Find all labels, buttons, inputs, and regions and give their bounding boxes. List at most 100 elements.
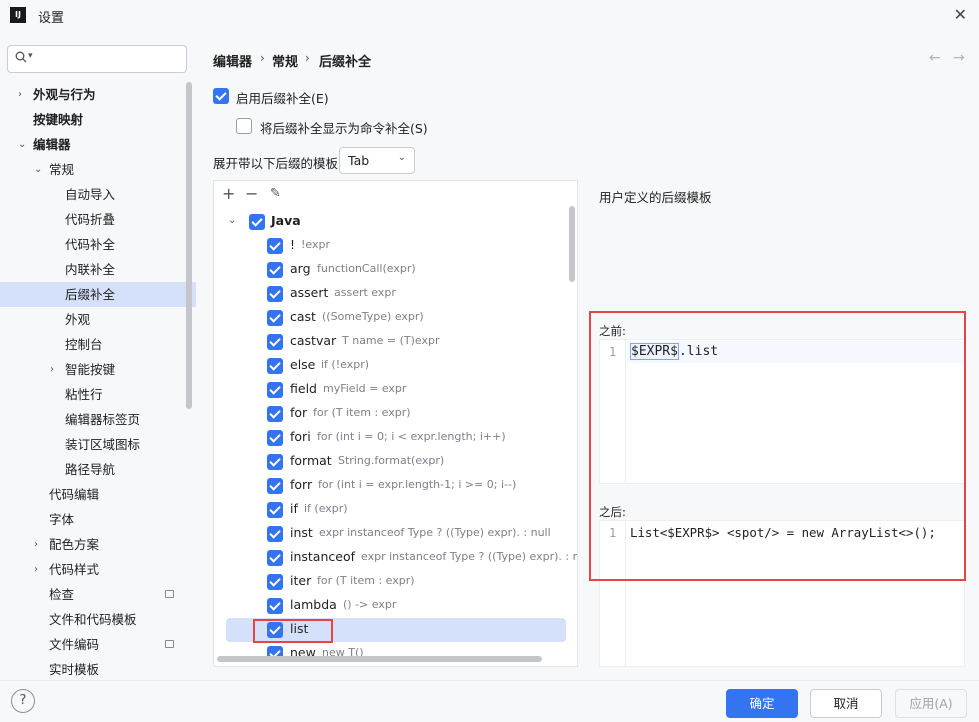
template-key: for	[290, 405, 308, 420]
template-row[interactable]: if if (expr)	[214, 498, 577, 522]
template-row[interactable]: format String.format(expr)	[214, 450, 577, 474]
chevron-down-icon: ⌄	[397, 152, 406, 163]
template-checkbox[interactable]	[267, 574, 283, 590]
back-arrow-icon[interactable]: ←	[929, 50, 941, 66]
breadcrumb-general[interactable]: 常规	[272, 51, 298, 70]
template-row[interactable]: castvar T name = (T)expr	[214, 330, 577, 354]
template-checkbox[interactable]	[267, 526, 283, 542]
template-row[interactable]: iter for (T item : expr)	[214, 570, 577, 594]
template-checkbox[interactable]	[267, 334, 283, 350]
template-checkbox[interactable]	[267, 478, 283, 494]
sidebar-item[interactable]: 代码折叠	[0, 207, 186, 232]
sidebar-item[interactable]: › 智能按键	[0, 357, 186, 382]
enable-postfix-checkbox[interactable]	[213, 88, 229, 104]
template-checkbox[interactable]	[267, 238, 283, 254]
cancel-button[interactable]: 取消	[810, 689, 882, 718]
template-description: for (T item : expr)	[317, 574, 415, 587]
template-row[interactable]: field myField = expr	[214, 378, 577, 402]
chevron-right-icon[interactable]: ›	[34, 532, 38, 557]
sidebar-item[interactable]: 文件编码	[0, 632, 186, 657]
template-row[interactable]: forr for (int i = expr.length-1; i >= 0; …	[214, 474, 577, 498]
close-icon[interactable]: ✕	[954, 5, 967, 24]
sidebar-item[interactable]: 自动导入	[0, 182, 186, 207]
ok-button[interactable]: 确定	[726, 689, 798, 718]
template-row[interactable]: new new T()	[214, 642, 577, 666]
sidebar-item[interactable]: 检查	[0, 582, 186, 607]
template-row[interactable]: assert assert expr	[214, 282, 577, 306]
template-checkbox[interactable]	[267, 382, 283, 398]
template-row[interactable]: inst expr instanceof Type ? ((Type) expr)…	[214, 522, 577, 546]
template-checkbox[interactable]	[267, 406, 283, 422]
template-row[interactable]: arg functionCall(expr)	[214, 258, 577, 282]
sidebar-item[interactable]: 编辑器标签页	[0, 407, 186, 432]
apply-button[interactable]: 应用(A)	[895, 689, 967, 718]
annotation-box-preview	[589, 311, 966, 581]
template-vertical-scrollbar[interactable]	[569, 206, 575, 282]
sidebar-item[interactable]: 实时模板	[0, 657, 186, 682]
sidebar-item[interactable]: 粘性行	[0, 382, 186, 407]
template-row[interactable]: for for (T item : expr)	[214, 402, 577, 426]
template-row[interactable]: ! !expr	[214, 234, 577, 258]
template-checkbox[interactable]	[267, 454, 283, 470]
sidebar-item[interactable]: 路径导航	[0, 457, 186, 482]
template-key: arg	[290, 261, 311, 276]
sidebar-item[interactable]: › 配色方案	[0, 532, 186, 557]
template-group-java[interactable]: ⌄ Java	[214, 210, 577, 234]
remove-icon[interactable]: −	[245, 184, 258, 203]
show-as-command-label: 将后缀补全显示为命令补全(S)	[260, 121, 428, 136]
template-checkbox[interactable]	[267, 550, 283, 566]
chevron-down-icon[interactable]: ⌄	[228, 215, 236, 226]
template-row[interactable]: fori for (int i = 0; i < expr.length; i++…	[214, 426, 577, 450]
breadcrumb-editor[interactable]: 编辑器	[213, 51, 252, 70]
sidebar-item[interactable]: 外观	[0, 307, 186, 332]
help-icon[interactable]: ?	[11, 689, 35, 713]
chevron-right-icon[interactable]: ›	[50, 357, 54, 382]
sidebar-item[interactable]: 文件和代码模板	[0, 607, 186, 632]
java-group-checkbox[interactable]	[249, 214, 265, 230]
template-key: else	[290, 357, 316, 372]
sidebar-item[interactable]: › 外观与行为	[0, 82, 186, 107]
sidebar-item[interactable]: 按键映射	[0, 107, 186, 132]
add-icon[interactable]: +	[222, 184, 235, 203]
show-as-command-checkbox[interactable]	[236, 118, 252, 134]
sidebar-item[interactable]: 代码补全	[0, 232, 186, 257]
template-description: ((SomeType) expr)	[322, 310, 424, 323]
search-options-chevron-icon[interactable]: ▾	[28, 51, 33, 61]
forward-arrow-icon[interactable]: →	[953, 50, 965, 66]
template-description: if (expr)	[304, 502, 348, 515]
sidebar-item-label: 路径导航	[65, 462, 116, 477]
sidebar-item[interactable]: ⌄ 常规	[0, 157, 186, 182]
sidebar-item[interactable]: 代码编辑	[0, 482, 186, 507]
chevron-down-icon[interactable]: ⌄	[18, 132, 26, 157]
sidebar-item[interactable]: 装订区域图标	[0, 432, 186, 457]
template-checkbox[interactable]	[267, 310, 283, 326]
expand-key-select[interactable]: Tab ⌄	[339, 147, 415, 174]
chevron-down-icon[interactable]: ⌄	[34, 157, 42, 182]
sidebar-item-label: 代码补全	[65, 237, 116, 252]
sidebar-item[interactable]: ⌄ 编辑器	[0, 132, 186, 157]
template-description: T name = (T)expr	[342, 334, 440, 347]
template-checkbox[interactable]	[267, 598, 283, 614]
template-horizontal-scrollbar[interactable]	[217, 656, 542, 662]
sidebar-item[interactable]: › 代码样式	[0, 557, 186, 582]
template-checkbox[interactable]	[267, 286, 283, 302]
search-input[interactable]: ▾	[7, 45, 187, 73]
sidebar-scrollbar[interactable]	[186, 82, 192, 409]
template-checkbox[interactable]	[267, 502, 283, 518]
template-row[interactable]: else if (!expr)	[214, 354, 577, 378]
enable-postfix-label: 启用后缀补全(E)	[236, 91, 329, 106]
template-row[interactable]: lambda () -> expr	[214, 594, 577, 618]
chevron-right-icon[interactable]: ›	[34, 557, 38, 582]
template-row[interactable]: instanceof expr instanceof Type ? ((Type)…	[214, 546, 577, 570]
edit-icon[interactable]: ✎	[270, 186, 281, 201]
template-checkbox[interactable]	[267, 358, 283, 374]
sidebar-item[interactable]: 字体	[0, 507, 186, 532]
template-key: instanceof	[290, 549, 356, 564]
template-checkbox[interactable]	[267, 430, 283, 446]
sidebar-item[interactable]: 内联补全	[0, 257, 186, 282]
template-checkbox[interactable]	[267, 262, 283, 278]
chevron-right-icon[interactable]: ›	[18, 82, 22, 107]
sidebar-item[interactable]: 控制台	[0, 332, 186, 357]
template-row[interactable]: cast ((SomeType) expr)	[214, 306, 577, 330]
sidebar-item[interactable]: 后缀补全	[0, 282, 196, 307]
